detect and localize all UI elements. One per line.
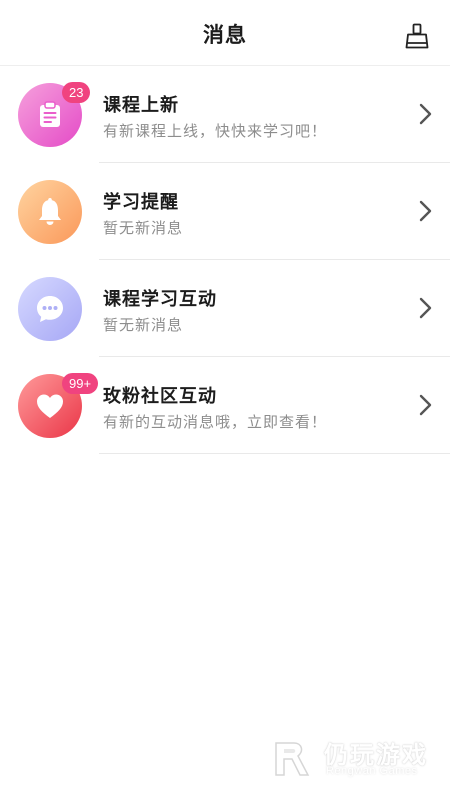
- chevron-right-icon: [419, 297, 432, 319]
- message-title: 玫粉社区互动: [103, 386, 217, 407]
- top-bar: 消息: [0, 0, 450, 66]
- message-preview: 暂无新消息: [103, 316, 184, 334]
- clear-messages-button[interactable]: [403, 22, 431, 50]
- unread-count-badge: 23: [62, 82, 91, 103]
- chevron-right-icon: [419, 394, 432, 416]
- chevron-right-icon: [419, 103, 432, 125]
- message-item-community-interaction[interactable]: 99+ 玫粉社区互动 有新的互动消息哦，立即查看！: [0, 357, 450, 454]
- chat-bubble-icon: [37, 296, 63, 322]
- message-preview: 有新课程上线，快快来学习吧！: [103, 122, 328, 140]
- message-item-study-reminder[interactable]: 学习提醒 暂无新消息: [0, 163, 450, 260]
- heart-icon: [37, 394, 63, 418]
- message-avatar: [18, 277, 82, 341]
- message-item-course-interaction[interactable]: 课程学习互动 暂无新消息: [0, 260, 450, 357]
- page-title: 消息: [203, 23, 247, 47]
- chevron-right-icon: [419, 200, 432, 222]
- broom-icon: [405, 23, 429, 49]
- message-list: 23 课程上新 有新课程上线，快快来学习吧！ 学习提醒 暂无新消息 课程学习互动…: [0, 66, 450, 454]
- message-item-course-new[interactable]: 23 课程上新 有新课程上线，快快来学习吧！: [0, 66, 450, 163]
- message-title: 学习提醒: [103, 192, 179, 213]
- message-preview: 有新的互动消息哦，立即查看！: [103, 413, 328, 431]
- message-title: 课程上新: [103, 95, 179, 116]
- message-avatar: [18, 180, 82, 244]
- divider: [99, 453, 450, 454]
- watermark-en-text: Rengwan Games: [326, 765, 418, 777]
- unread-count-badge: 99+: [62, 373, 99, 394]
- brand-logo-icon: [275, 742, 310, 776]
- bell-icon: [39, 198, 61, 225]
- message-preview: 暂无新消息: [103, 219, 184, 237]
- clipboard-icon: [40, 101, 60, 127]
- watermark: 仍玩游戏 Rengwan Games: [272, 735, 432, 781]
- message-title: 课程学习互动: [103, 289, 217, 310]
